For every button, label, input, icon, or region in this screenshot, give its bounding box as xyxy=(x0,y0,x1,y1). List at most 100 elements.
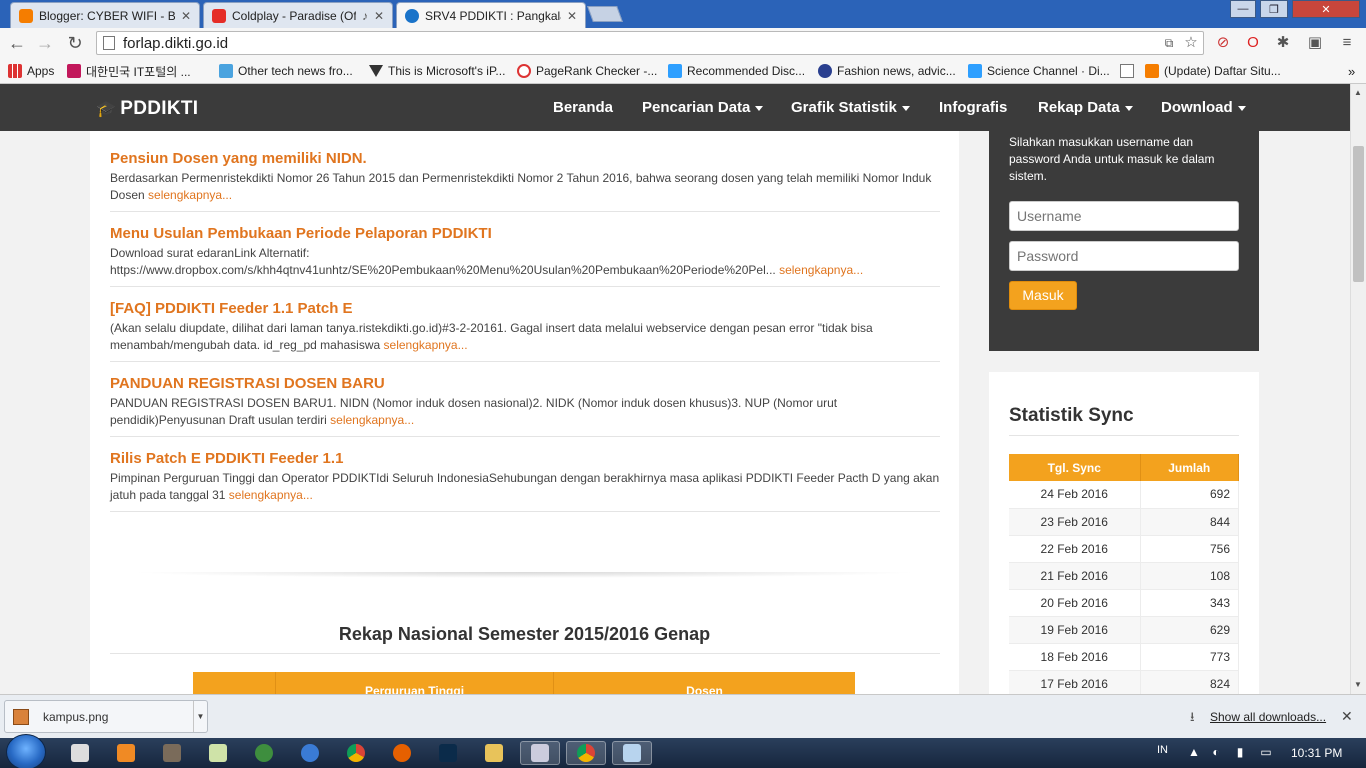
bookmark-etnews[interactable]: 대한민국 IT포털의 ... xyxy=(67,62,191,80)
start-button[interactable] xyxy=(6,734,46,768)
taskbar-app-window[interactable] xyxy=(520,741,560,765)
reload-icon[interactable]: ↻ xyxy=(64,32,86,54)
extension-badge-icon[interactable]: ▣ xyxy=(1304,32,1326,54)
table-row: 23 Feb 2016 844 xyxy=(1009,508,1239,536)
nav-pencarian-data[interactable]: Pencarian Data xyxy=(642,99,764,116)
bookmarks-overflow-icon[interactable]: » xyxy=(1348,62,1355,80)
section-divider xyxy=(130,572,920,578)
taskbar-app-chrome-active[interactable] xyxy=(566,741,606,765)
news-title-link[interactable]: Menu Usulan Pembukaan Periode Pelaporan … xyxy=(110,225,940,242)
login-button[interactable]: Masuk xyxy=(1009,281,1077,310)
chevron-down-icon[interactable]: ▼ xyxy=(193,701,207,732)
restore-icon[interactable]: ❐ xyxy=(1260,0,1288,18)
close-tab-icon[interactable]: ✕ xyxy=(374,9,384,23)
tab-pddikti[interactable]: SRV4 PDDIKTI : Pangkalan ✕ xyxy=(396,2,586,28)
back-icon[interactable]: ← xyxy=(6,32,28,54)
col-header-count: Jumlah xyxy=(1140,454,1239,481)
table-row: 19 Feb 2016 629 xyxy=(1009,616,1239,644)
bookmark-label: Apps xyxy=(27,64,55,78)
nav-grafik-statistik[interactable]: Grafik Statistik xyxy=(791,99,910,116)
taskbar-app-phone[interactable] xyxy=(290,741,330,765)
news-panel: Pensiun Dosen yang memiliki NIDN. Berdas… xyxy=(90,131,959,694)
table-row: 18 Feb 2016 773 xyxy=(1009,643,1239,671)
scrollbar-thumb[interactable] xyxy=(1353,146,1364,282)
chrome-icon xyxy=(347,744,365,762)
nav-download[interactable]: Download xyxy=(1161,99,1246,116)
bookmark-star-icon[interactable]: ☆ xyxy=(1180,32,1202,54)
battery-icon[interactable]: ▭ xyxy=(1258,745,1274,761)
taskbar-app-blender[interactable] xyxy=(106,741,146,765)
nav-infografis[interactable]: Infografis xyxy=(939,99,1007,116)
read-more-link[interactable]: selengkapnya... xyxy=(148,188,232,202)
scroll-up-icon[interactable]: ▲ xyxy=(1354,88,1362,97)
taskbar-app-notes[interactable] xyxy=(612,741,652,765)
bookmark-science[interactable]: Science Channel · Di... xyxy=(968,62,1110,80)
read-more-link[interactable]: selengkapnya... xyxy=(330,413,414,427)
network-icon[interactable]: ▮ xyxy=(1232,745,1248,761)
news-title-link[interactable]: PANDUAN REGISTRASI DOSEN BARU xyxy=(110,375,940,392)
menu-icon[interactable]: ≡ xyxy=(1336,32,1358,54)
tab-youtube[interactable]: Coldplay - Paradise (Of ♪ ✕ xyxy=(203,2,393,28)
news-item: Menu Usulan Pembukaan Periode Pelaporan … xyxy=(110,225,940,287)
read-more-link[interactable]: selengkapnya... xyxy=(384,338,468,352)
nav-rekap-data[interactable]: Rekap Data xyxy=(1038,99,1133,116)
calculator-icon xyxy=(71,744,89,762)
bug-icon[interactable]: ✱ xyxy=(1272,32,1294,54)
table-row: 17 Feb 2016 824 xyxy=(1009,670,1239,694)
read-more-link[interactable]: selengkapnya... xyxy=(779,263,863,277)
taskbar-app-media[interactable] xyxy=(152,741,192,765)
bookmark-fashion[interactable]: Fashion news, advic... xyxy=(818,62,956,80)
translate-icon[interactable]: ⧉ xyxy=(1158,32,1180,54)
address-bar[interactable]: forlap.dikti.go.id xyxy=(96,31,1204,55)
taskbar-app-chrome[interactable] xyxy=(336,741,376,765)
language-indicator[interactable]: IN xyxy=(1157,744,1168,756)
bookmark-pagerank[interactable]: PageRank Checker -... xyxy=(517,62,657,80)
tab-blogger[interactable]: Blogger: CYBER WIFI - Bua ✕ xyxy=(10,2,200,28)
taskbar-app-photoshop[interactable] xyxy=(428,741,468,765)
bookmark-tech-news[interactable]: Other tech news fro... xyxy=(219,62,353,80)
news-body: Download surat edaranLink Alternatif: ht… xyxy=(110,246,776,277)
close-tab-icon[interactable]: ✕ xyxy=(181,9,191,23)
download-item[interactable]: kampus.png ▼ xyxy=(4,700,208,733)
table-row: 21 Feb 2016 108 xyxy=(1009,562,1239,590)
page-scrollbar[interactable]: ▲ ▼ xyxy=(1350,84,1366,694)
caret-down-icon xyxy=(1124,105,1133,111)
news-item: Pensiun Dosen yang memiliki NIDN. Berdas… xyxy=(110,150,940,212)
opera-badge-icon[interactable]: O xyxy=(1242,32,1264,54)
disqus-icon xyxy=(668,64,682,78)
close-window-icon[interactable]: ✕ xyxy=(1292,0,1360,18)
taskbar-app-calculator[interactable] xyxy=(60,741,100,765)
bookmark-daftar-situs[interactable]: (Update) Daftar Situ... xyxy=(1145,62,1281,80)
bookmark-page[interactable] xyxy=(1120,62,1139,80)
username-field[interactable] xyxy=(1009,201,1239,231)
news-title-link[interactable]: Rilis Patch E PDDIKTI Feeder 1.1 xyxy=(110,450,940,467)
adblock-off-icon[interactable]: ⊘ xyxy=(1212,32,1234,54)
volume-icon[interactable]: ◐ xyxy=(1208,745,1224,761)
taskbar-app-firefox[interactable] xyxy=(382,741,422,765)
taskbar-app-notepad[interactable] xyxy=(198,741,238,765)
password-field[interactable] xyxy=(1009,241,1239,271)
news-title-link[interactable]: Pensiun Dosen yang memiliki NIDN. xyxy=(110,150,940,167)
bookmarks-bar: Apps 대한민국 IT포털의 ... Other tech news fro.… xyxy=(0,58,1366,84)
download-filename: kampus.png xyxy=(43,709,109,724)
taskbar-clock[interactable]: 10:31 PM xyxy=(1291,746,1342,760)
close-icon[interactable]: ✕ xyxy=(1341,708,1353,725)
bookmark-microsoft[interactable]: This is Microsoft's iP... xyxy=(369,62,505,80)
nav-beranda[interactable]: Beranda xyxy=(553,99,613,116)
new-tab-button[interactable] xyxy=(587,6,623,22)
scroll-down-icon[interactable]: ▼ xyxy=(1354,680,1362,689)
taskbar-app-globe[interactable] xyxy=(244,741,284,765)
news-title-link[interactable]: [FAQ] PDDIKTI Feeder 1.1 Patch E xyxy=(110,300,940,317)
show-all-downloads-link[interactable]: Show all downloads... xyxy=(1210,710,1326,724)
taskbar-app-explorer[interactable] xyxy=(474,741,514,765)
minimize-icon[interactable]: — xyxy=(1230,0,1256,18)
fashion-icon xyxy=(818,64,832,78)
site-logo[interactable]: 🎓 PDDIKTI xyxy=(96,98,198,120)
forward-icon[interactable]: → xyxy=(34,32,56,54)
read-more-link[interactable]: selengkapnya... xyxy=(229,488,313,502)
close-tab-icon[interactable]: ✕ xyxy=(567,9,577,23)
bookmark-disqus[interactable]: Recommended Disc... xyxy=(668,62,805,80)
caret-down-icon xyxy=(1237,105,1246,111)
tray-arrow-icon[interactable]: ▲ xyxy=(1186,745,1202,761)
bookmark-apps[interactable]: Apps xyxy=(8,62,54,80)
